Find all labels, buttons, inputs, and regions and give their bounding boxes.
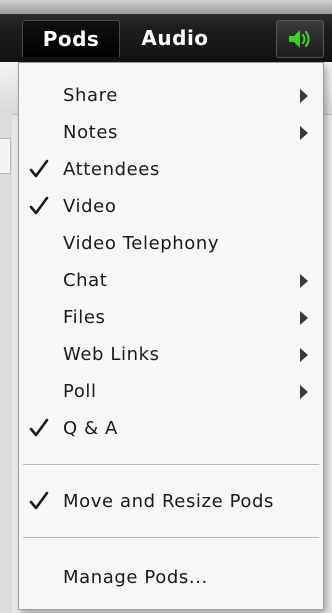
checkmark-icon <box>29 159 49 178</box>
menu-item-web-links[interactable]: Web Links <box>19 336 323 373</box>
menu-item-share[interactable]: Share <box>19 77 323 114</box>
menu-item-label: Files <box>63 307 106 328</box>
background-field <box>0 138 11 174</box>
menu-item-label: Manage Pods... <box>63 567 208 588</box>
menu-tab-audio[interactable]: Audio <box>130 20 220 56</box>
menu-item-chat[interactable]: Chat <box>19 262 323 299</box>
menu-item-label: Move and Resize Pods <box>63 491 275 512</box>
speaker-button[interactable] <box>276 20 324 58</box>
submenu-arrow-icon <box>300 126 308 140</box>
pods-dropdown-menu: Share Notes Attendees Video Video Teleph… <box>18 62 324 610</box>
menu-divider <box>23 464 319 466</box>
menu-item-files[interactable]: Files <box>19 299 323 336</box>
window-top-edge <box>0 0 332 14</box>
menubar: Pods Audio <box>0 0 332 62</box>
menu-item-label: Chat <box>63 270 108 291</box>
menu-item-label: Notes <box>63 122 118 143</box>
checkmark-icon <box>29 196 49 215</box>
menu-tab-pods[interactable]: Pods <box>22 20 120 57</box>
submenu-arrow-icon <box>300 311 308 325</box>
menu-item-label: Video <box>63 196 117 217</box>
menu-item-label: Share <box>63 85 118 106</box>
menu-item-video-telephony[interactable]: Video Telephony <box>19 225 323 262</box>
menu-item-label: Poll <box>63 381 97 402</box>
checkmark-icon <box>29 418 49 437</box>
submenu-arrow-icon <box>300 348 308 362</box>
app-window: Pods Audio Share Notes Attendees Video V… <box>0 0 332 613</box>
menu-item-move-and-resize-pods[interactable]: Move and Resize Pods <box>19 483 323 520</box>
menu-item-q-and-a[interactable]: Q & A <box>19 410 323 447</box>
submenu-arrow-icon <box>300 89 308 103</box>
menu-item-label: Q & A <box>63 418 118 439</box>
submenu-arrow-icon <box>300 274 308 288</box>
submenu-arrow-icon <box>300 385 308 399</box>
menu-item-label: Web Links <box>63 344 160 365</box>
checkmark-icon <box>29 491 49 510</box>
menu-divider <box>23 537 319 539</box>
menu-item-attendees[interactable]: Attendees <box>19 151 323 188</box>
speaker-volume-icon <box>289 30 310 48</box>
menu-item-manage-pods[interactable]: Manage Pods... <box>19 559 323 596</box>
menu-item-label: Attendees <box>63 159 160 180</box>
background-frame <box>0 114 12 613</box>
menu-item-label: Video Telephony <box>63 233 220 254</box>
menu-item-notes[interactable]: Notes <box>19 114 323 151</box>
menu-item-poll[interactable]: Poll <box>19 373 323 410</box>
menu-item-video[interactable]: Video <box>19 188 323 225</box>
